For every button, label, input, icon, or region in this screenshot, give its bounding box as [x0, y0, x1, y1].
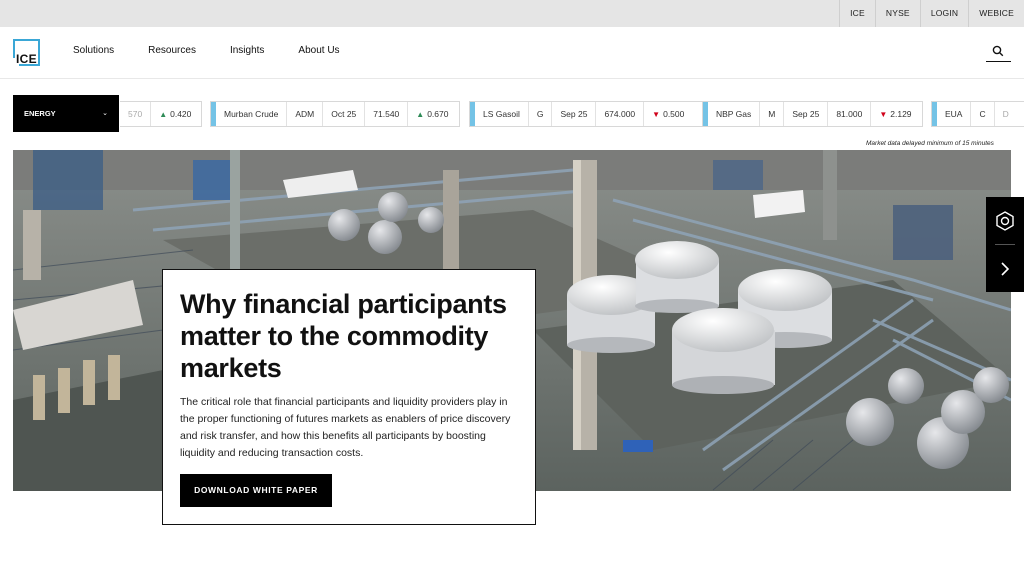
ticker-change: ▲ 0.670 — [416, 109, 449, 119]
arrow-down-icon: ▼ — [879, 110, 888, 119]
chevron-down-icon: ⌄ — [102, 110, 108, 117]
arrow-up-icon: ▲ — [159, 110, 168, 119]
hero-headline: Why financial participants matter to the… — [180, 289, 507, 383]
side-tabs — [986, 197, 1024, 292]
market-data-delay-note: Market data delayed minimum of 15 minute… — [866, 140, 994, 147]
ticker-code: C — [971, 102, 995, 126]
ticker-card[interactable]: Murban Crude ADM Oct 25 71.540 ▲ 0.670 — [210, 101, 460, 127]
ticker-card[interactable]: LS Gasoil G Sep 25 674.000 ▼ 0.500 — [469, 101, 709, 127]
ticker-contract: Sep 25 — [552, 102, 597, 126]
ticker-change: ▼ 0.500 — [652, 109, 685, 119]
nav-item-solutions[interactable]: Solutions — [73, 45, 114, 56]
ticker-card[interactable]: NBP Gas M Sep 25 81.000 ▼ 2.129 — [702, 101, 923, 127]
ticker-contract: Oct 25 — [323, 102, 366, 126]
chevron-right-icon — [1001, 261, 1010, 276]
ticker-contract: Sep 25 — [784, 102, 829, 126]
utility-links: ICE NYSE LOGIN WEBICE — [839, 0, 1024, 27]
ticker-product: EUA — [937, 102, 972, 126]
nav-item-resources[interactable]: Resources — [148, 45, 196, 56]
main-nav: ICE Solutions Resources Insights About U… — [0, 27, 1024, 79]
utility-bar: ICE NYSE LOGIN WEBICE — [0, 0, 1024, 27]
hero-body: The critical role that financial partici… — [180, 396, 511, 459]
arrow-down-icon: ▼ — [652, 110, 661, 119]
utility-link-login[interactable]: LOGIN — [919, 0, 968, 27]
ticker-product: Murban Crude — [216, 102, 288, 126]
utility-link-nyse[interactable]: NYSE — [874, 0, 920, 27]
arrow-up-icon: ▲ — [416, 110, 425, 119]
ticker-category-dropdown[interactable]: ENERGY ⌄ — [13, 95, 119, 132]
side-tab-next[interactable] — [986, 245, 1024, 292]
market-ticker: ENERGY ⌄ 570 ▲ 0.420 Murban Crude ADM Oct… — [13, 95, 1024, 132]
nav-menu: Solutions Resources Insights About Us — [73, 27, 374, 73]
ticker-product: LS Gasoil — [475, 102, 529, 126]
utility-link-webice[interactable]: WEBICE — [968, 0, 1024, 27]
ticker-card[interactable]: 570 ▲ 0.420 — [120, 101, 202, 127]
search-button[interactable] — [986, 42, 1011, 62]
ticker-price: 81.000 — [828, 102, 872, 126]
ticker-price: 71.540 — [365, 102, 409, 126]
ticker-code: ADM — [287, 102, 324, 126]
ticker-code: M — [760, 102, 785, 126]
download-white-paper-button[interactable]: DOWNLOAD WHITE PAPER — [180, 474, 332, 507]
side-tab-hex[interactable] — [986, 197, 1024, 244]
ticker-product: NBP Gas — [708, 102, 761, 126]
hero-card: Why financial participants matter to the… — [162, 269, 536, 525]
ticker-price: 570 — [120, 102, 152, 126]
logo-text: ICE — [16, 52, 37, 66]
ice-logo[interactable]: ICE — [11, 39, 40, 68]
ticker-change: ▼ 2.129 — [879, 109, 912, 119]
ticker-price: 674.000 — [596, 102, 645, 126]
utility-link-ice[interactable]: ICE — [839, 0, 875, 27]
ticker-code: G — [529, 102, 553, 126]
ticker-card[interactable]: EUA C D — [931, 101, 1024, 127]
nav-item-about-us[interactable]: About Us — [298, 45, 339, 56]
ticker-contract: D — [1002, 109, 1009, 119]
ticker-change: ▲ 0.420 — [159, 109, 192, 119]
search-icon — [992, 45, 1004, 57]
ticker-category-label: ENERGY — [24, 109, 56, 118]
hexagon-icon — [996, 210, 1014, 231]
nav-item-insights[interactable]: Insights — [230, 45, 264, 56]
